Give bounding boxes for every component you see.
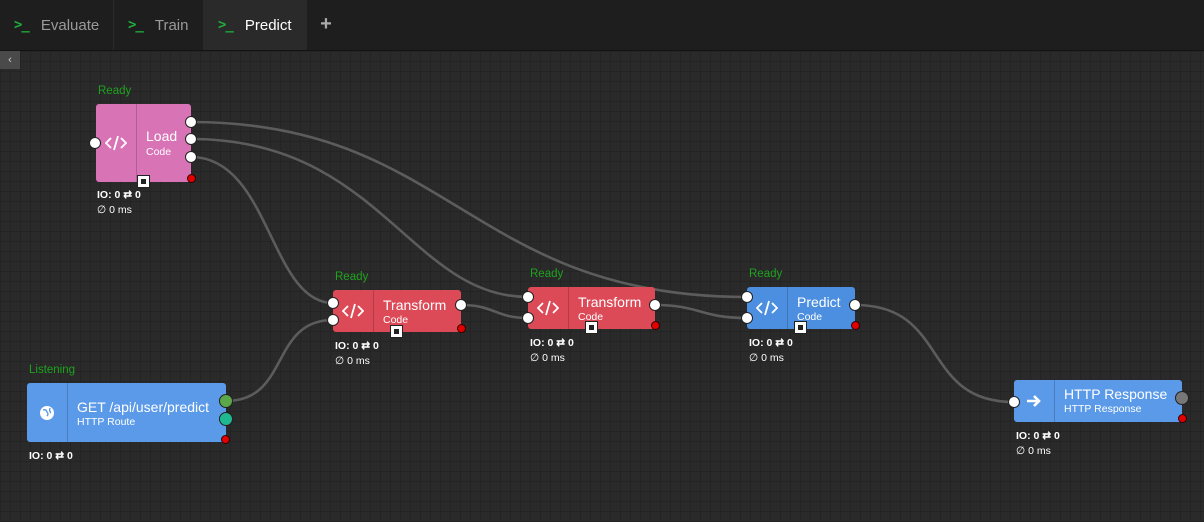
node-stats: IO: 0 ⇄ 0 [29, 450, 73, 462]
node-stats: IO: 0 ⇄ 0 ∅ 0 ms [1016, 430, 1060, 457]
code-icon [96, 104, 137, 182]
node-status: Ready [98, 85, 132, 97]
node-subtitle: Code [146, 146, 172, 158]
node-status: Ready [749, 268, 783, 280]
code-icon [528, 287, 569, 329]
node-title: Load [146, 128, 178, 144]
node-stats: IO: 0 ⇄ 0 ∅ 0 ms [97, 189, 141, 216]
http-route-node[interactable]: GET /api/user/predict HTTP Route [27, 383, 226, 442]
error-port[interactable] [221, 435, 230, 444]
output-port[interactable] [849, 299, 861, 311]
node-subtitle: HTTP Response [1064, 403, 1142, 415]
wire-transform2-predict [654, 303, 748, 320]
output-port[interactable] [185, 116, 197, 128]
error-port[interactable] [851, 321, 860, 330]
node-title: Transform [383, 297, 447, 313]
wire-predict-response [854, 303, 1015, 404]
error-port[interactable] [651, 321, 660, 330]
input-port[interactable] [327, 297, 339, 309]
arrow-right-icon [1014, 380, 1055, 422]
wire-route-transform1 [225, 318, 334, 403]
input-port[interactable] [741, 312, 753, 324]
node-status: Ready [335, 271, 369, 283]
globe-icon [27, 383, 68, 442]
output-port[interactable] [219, 412, 233, 426]
code-icon [333, 290, 374, 332]
code-icon [747, 287, 788, 329]
control-port[interactable] [390, 325, 403, 338]
node-stats: IO: 0 ⇄ 0 ∅ 0 ms [749, 337, 793, 364]
node-title: HTTP Response [1064, 386, 1168, 402]
http-response-node[interactable]: HTTP Response HTTP Response [1014, 380, 1182, 422]
error-port[interactable] [187, 174, 196, 183]
output-port[interactable] [1175, 391, 1189, 405]
node-title: Transform [578, 294, 642, 310]
wire-transform1-transform2 [460, 303, 529, 320]
control-port[interactable] [794, 321, 807, 334]
input-port[interactable] [522, 312, 534, 324]
node-stats: IO: 0 ⇄ 0 ∅ 0 ms [530, 337, 574, 364]
node-status: Listening [29, 364, 76, 376]
error-port[interactable] [1178, 414, 1187, 423]
input-port[interactable] [327, 314, 339, 326]
output-port[interactable] [455, 299, 467, 311]
node-title: Predict [797, 294, 841, 310]
input-port[interactable] [89, 137, 101, 149]
input-port[interactable] [1008, 396, 1020, 408]
load-node[interactable]: Load Code [96, 104, 191, 182]
input-port[interactable] [741, 291, 753, 303]
control-port[interactable] [137, 175, 150, 188]
node-status: Ready [530, 268, 564, 280]
output-port[interactable] [185, 151, 197, 163]
wire-load-predict [190, 120, 748, 299]
node-subtitle: HTTP Route [77, 416, 136, 428]
control-port[interactable] [585, 321, 598, 334]
output-port[interactable] [185, 133, 197, 145]
output-port[interactable] [649, 299, 661, 311]
node-title: GET /api/user/predict [77, 399, 210, 415]
wire-load-transform1 [190, 155, 334, 305]
error-port[interactable] [457, 324, 466, 333]
node-stats: IO: 0 ⇄ 0 ∅ 0 ms [335, 340, 379, 367]
output-port[interactable] [219, 394, 233, 408]
input-port[interactable] [522, 291, 534, 303]
